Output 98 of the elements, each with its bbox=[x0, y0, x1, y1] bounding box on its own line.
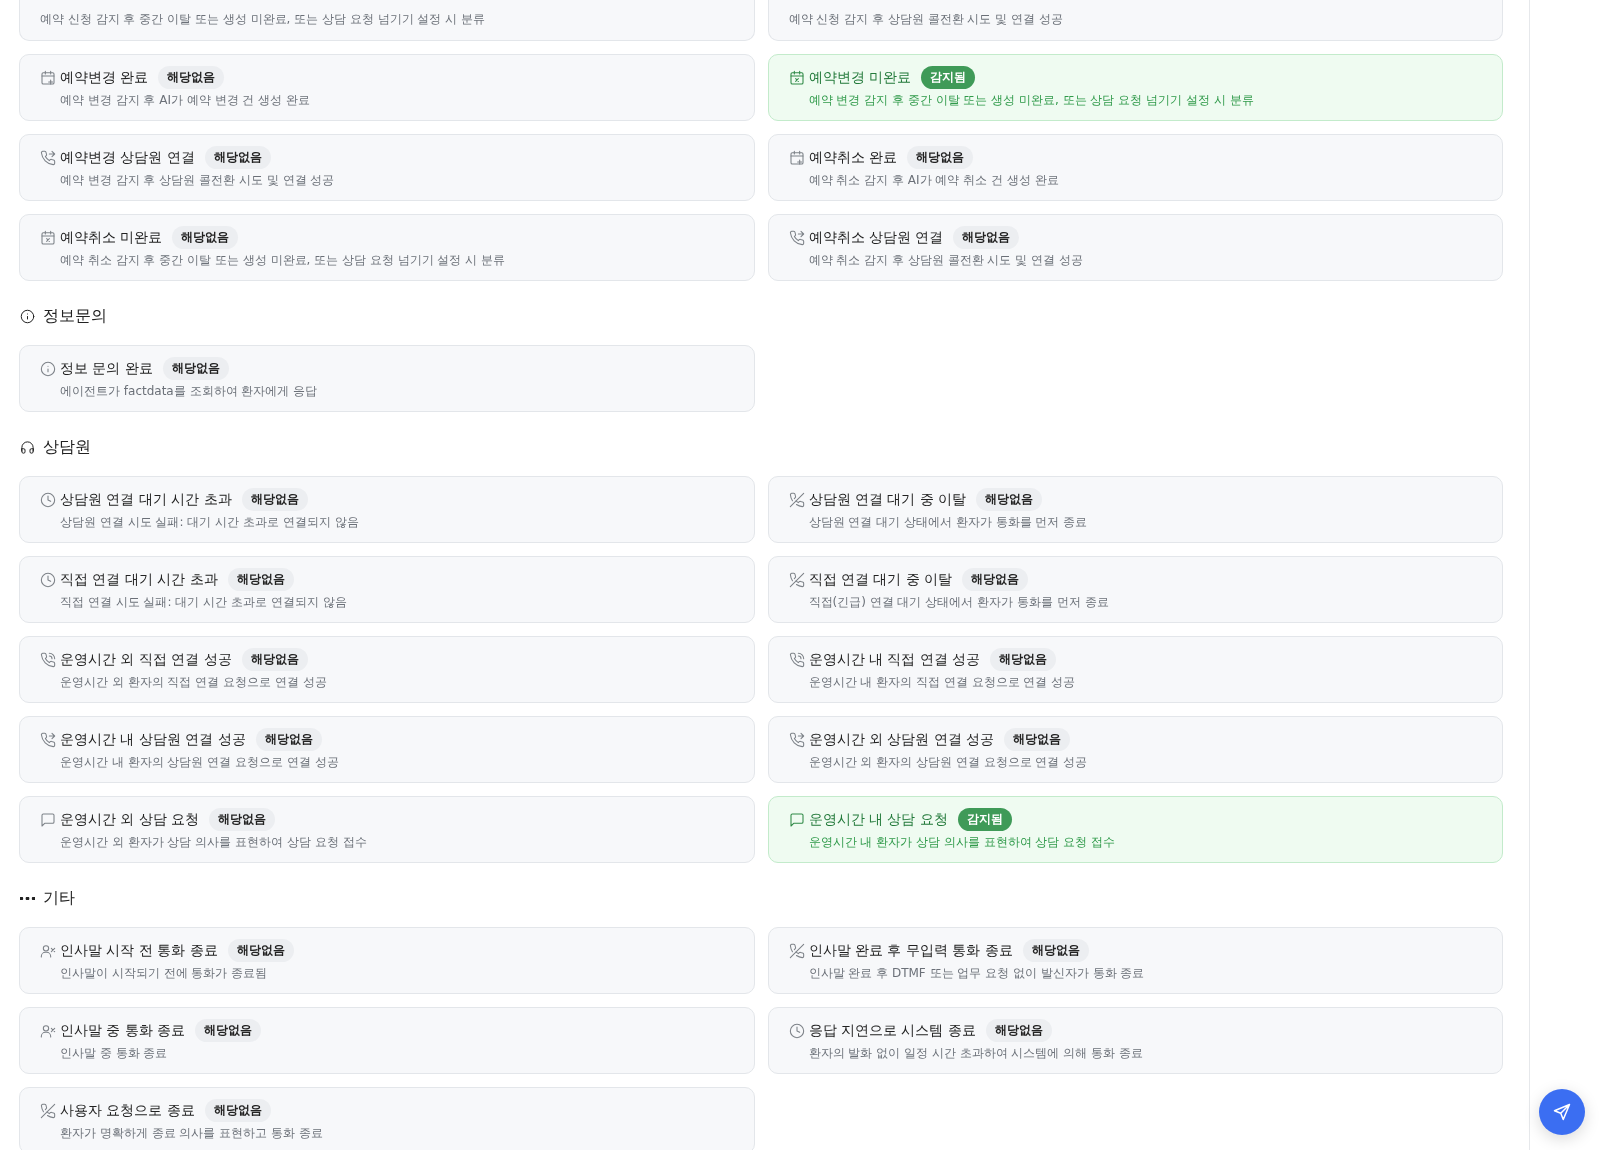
status-badge: 해당없음 bbox=[1004, 728, 1071, 751]
chat-bubble-icon bbox=[40, 812, 56, 828]
phone-forward-icon bbox=[788, 732, 805, 748]
card-description: 예약 변경 감지 후 AI가 예약 변경 건 생성 완료 bbox=[60, 92, 311, 109]
status-badge: 해당없음 bbox=[195, 1019, 262, 1042]
card-title: 상담원 연결 대기 중 이탈 bbox=[808, 490, 967, 509]
phone-off-icon bbox=[788, 572, 805, 588]
status-badge: 해당없음 bbox=[906, 146, 973, 169]
card-title: 인사말 완료 후 무입력 통화 종료 bbox=[808, 941, 1013, 960]
card-title: 인사말 시작 전 통화 종료 bbox=[60, 941, 218, 960]
section-title: 정보문의 bbox=[43, 305, 107, 327]
card-title: 예약변경 상담원 연결 bbox=[60, 148, 195, 167]
clock-icon bbox=[788, 1023, 805, 1039]
card-description: 운영시간 외 환자의 직접 연결 요청으로 연결 성공 bbox=[60, 674, 327, 691]
status-badge: 해당없음 bbox=[962, 568, 1029, 591]
card-title: 운영시간 내 직접 연결 성공 bbox=[808, 650, 981, 669]
phone-ringing-icon bbox=[40, 652, 56, 668]
calendar-plus-icon bbox=[40, 70, 56, 86]
card-description: 운영시간 내 환자가 상담 의사를 표현하여 상담 요청 접수 bbox=[808, 834, 1115, 851]
card-title: 예약변경 미완료 bbox=[808, 68, 911, 87]
headphones-icon bbox=[20, 439, 35, 455]
card-description: 예약 신청 감지 후 중간 이탈 또는 생성 미완료, 또는 상담 요청 넘기기 설정 시 분류 bbox=[40, 11, 486, 28]
clock-icon bbox=[40, 492, 56, 508]
card-title: 운영시간 외 직접 연결 성공 bbox=[60, 650, 232, 669]
send-button[interactable] bbox=[1539, 1089, 1585, 1135]
status-badge: 해당없음 bbox=[1022, 939, 1089, 962]
info-icon bbox=[40, 361, 56, 377]
phone-off-icon bbox=[788, 492, 805, 508]
card-description: 환자의 발화 없이 일정 시간 초과하여 시스템에 의해 통화 종료 bbox=[808, 1045, 1143, 1062]
card-title: 운영시간 내 상담 요청 bbox=[808, 810, 948, 829]
card-title: 예약취소 상담원 연결 bbox=[808, 228, 944, 247]
card-description: 에이전트가 factdata를 조회하여 환자에게 응답 bbox=[60, 383, 318, 400]
calendar-x-icon bbox=[788, 70, 805, 86]
card-description: 예약 취소 감지 후 상담원 콜전환 시도 및 연결 성공 bbox=[808, 252, 1083, 269]
phone-off-icon bbox=[40, 1103, 56, 1119]
user-x-icon bbox=[40, 943, 56, 959]
card-title: 운영시간 내 상담원 연결 성공 bbox=[60, 730, 246, 749]
section-title: 기타 bbox=[43, 887, 75, 909]
card-title: 응답 지연으로 시스템 종료 bbox=[808, 1021, 976, 1040]
more-icon bbox=[20, 896, 35, 900]
phone-forward-icon bbox=[788, 230, 805, 246]
section-title: 상담원 bbox=[43, 436, 91, 458]
status-badge: 해당없음 bbox=[985, 1019, 1052, 1042]
card-description: 운영시간 외 환자가 상담 의사를 표현하여 상담 요청 접수 bbox=[60, 834, 367, 851]
status-badge: 해당없음 bbox=[209, 808, 276, 831]
info-icon bbox=[20, 308, 35, 324]
card-description: 인사말 완료 후 DTMF 또는 업무 요청 없이 발신자가 통화 종료 bbox=[808, 965, 1145, 982]
card-description: 직접(긴급) 연결 대기 상태에서 환자가 통화를 먼저 종료 bbox=[808, 594, 1109, 611]
card-title: 운영시간 외 상담 요청 bbox=[60, 810, 200, 829]
card-description: 운영시간 내 환자의 직접 연결 요청으로 연결 성공 bbox=[808, 674, 1076, 691]
status-badge: 해당없음 bbox=[158, 66, 225, 89]
status-badge: 해당없음 bbox=[953, 226, 1020, 249]
status-badge: 해당없음 bbox=[172, 226, 239, 249]
status-badge: 해당없음 bbox=[227, 939, 294, 962]
card-description: 운영시간 외 환자의 상담원 연결 요청으로 연결 성공 bbox=[808, 754, 1088, 771]
status-badge: 해당없음 bbox=[255, 728, 322, 751]
card-description: 인사말이 시작되기 전에 통화가 종료됨 bbox=[60, 965, 269, 982]
card-title: 예약취소 완료 bbox=[808, 148, 897, 167]
card-description: 예약 신청 감지 후 상담원 콜전환 시도 및 연결 성공 bbox=[788, 11, 1063, 28]
status-badge: 감지됨 bbox=[920, 66, 975, 89]
clock-icon bbox=[40, 572, 56, 588]
status-badge: 해당없음 bbox=[241, 648, 308, 671]
card-description: 인사말 중 통화 종료 bbox=[60, 1045, 169, 1062]
status-badge: 해당없음 bbox=[990, 648, 1057, 671]
card-title: 사용자 요청으로 종료 bbox=[60, 1101, 195, 1120]
status-badge: 감지됨 bbox=[957, 808, 1012, 831]
card-title: 예약취소 미완료 bbox=[60, 228, 163, 247]
card-description: 예약 취소 감지 후 중간 이탈 또는 생성 미완료, 또는 상담 요청 넘기기 설정 시 분류 bbox=[60, 252, 506, 269]
calendar-x-icon bbox=[40, 230, 56, 246]
card-title: 상담원 연결 대기 시간 초과 bbox=[60, 490, 232, 509]
status-badge: 해당없음 bbox=[204, 146, 271, 169]
phone-off-icon bbox=[788, 943, 805, 959]
card-description: 운영시간 내 환자의 상담원 연결 요청으로 연결 성공 bbox=[60, 754, 339, 771]
card-description: 상담원 연결 시도 실패: 대기 시간 초과로 연결되지 않음 bbox=[60, 514, 359, 531]
card-description: 환자가 명확하게 종료 의사를 표현하고 통화 종료 bbox=[60, 1125, 323, 1142]
card-description: 예약 변경 감지 후 중간 이탈 또는 생성 미완료, 또는 상담 요청 넘기기 설정 시 분류 bbox=[808, 92, 1254, 109]
phone-forward-icon bbox=[40, 732, 56, 748]
phone-forward-icon bbox=[40, 150, 56, 166]
status-badge: 해당없음 bbox=[204, 1099, 271, 1122]
calendar-plus-icon bbox=[788, 150, 805, 166]
status-badge: 해당없음 bbox=[976, 488, 1043, 511]
phone-ringing-icon bbox=[788, 652, 805, 668]
send-icon bbox=[1552, 1102, 1572, 1122]
card-title: 직접 연결 대기 중 이탈 bbox=[808, 570, 953, 589]
card-title: 정보 문의 완료 bbox=[60, 359, 153, 378]
status-badge: 해당없음 bbox=[241, 488, 308, 511]
status-badge: 해당없음 bbox=[162, 357, 229, 380]
card-description: 예약 취소 감지 후 AI가 예약 취소 건 생성 완료 bbox=[808, 172, 1059, 189]
card-title: 운영시간 외 상담원 연결 성공 bbox=[808, 730, 995, 749]
card-title: 직접 연결 대기 시간 초과 bbox=[60, 570, 218, 589]
card-description: 상담원 연결 대기 상태에서 환자가 통화를 먼저 종료 bbox=[808, 514, 1088, 531]
chat-bubble-icon bbox=[788, 812, 805, 828]
card-title: 예약변경 완료 bbox=[60, 68, 149, 87]
card-description: 예약 변경 감지 후 상담원 콜전환 시도 및 연결 성공 bbox=[60, 172, 335, 189]
card-title: 인사말 중 통화 종료 bbox=[60, 1021, 186, 1040]
status-badge: 해당없음 bbox=[227, 568, 294, 591]
user-x-icon bbox=[40, 1023, 56, 1039]
card-description: 직접 연결 시도 실패: 대기 시간 초과로 연결되지 않음 bbox=[60, 594, 347, 611]
